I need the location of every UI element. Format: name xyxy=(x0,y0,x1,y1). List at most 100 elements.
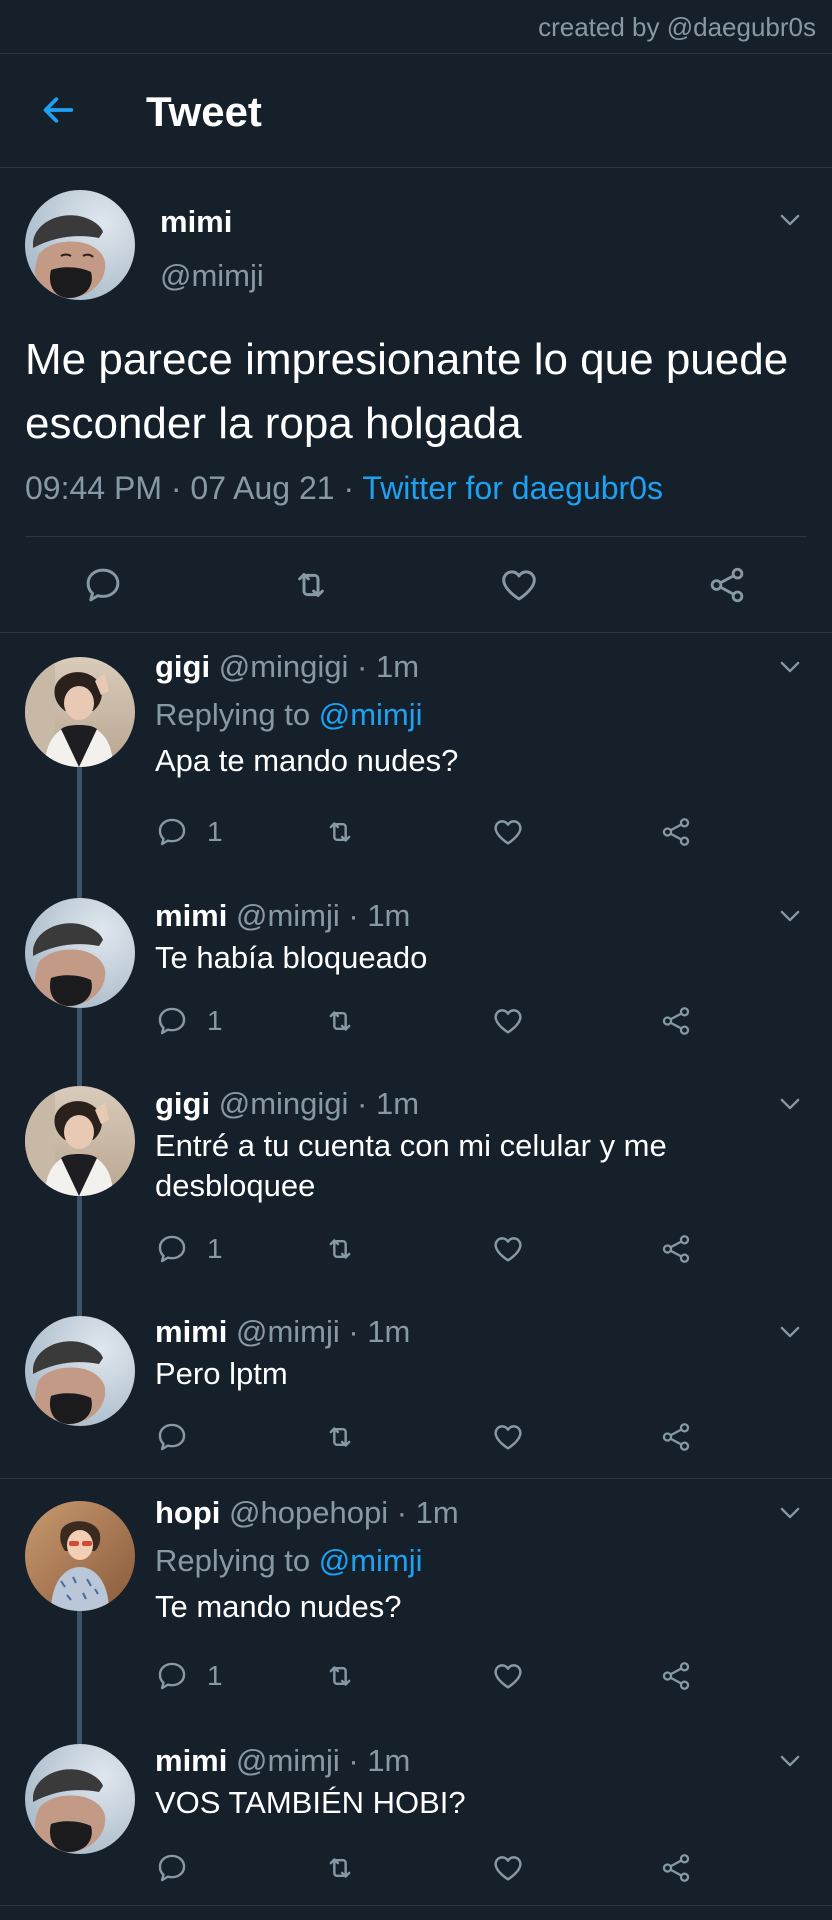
user-handle[interactable]: @mingigi xyxy=(219,649,349,684)
tweet-source-link[interactable]: Twitter for daegubr0s xyxy=(362,470,663,506)
display-name[interactable]: mimi xyxy=(155,1743,227,1778)
reply-tweet[interactable]: mimi @mimji · 1m Pero lptm xyxy=(0,1308,832,1478)
display-name[interactable]: mimi xyxy=(155,1314,227,1349)
divider xyxy=(25,536,807,537)
share-icon[interactable] xyxy=(706,564,748,606)
avatar[interactable] xyxy=(25,190,135,300)
chevron-down-icon[interactable] xyxy=(776,1499,804,1527)
avatar[interactable] xyxy=(25,1501,135,1611)
reply-icon[interactable] xyxy=(155,1004,189,1038)
top-bar: Tweet xyxy=(0,54,832,168)
retweet-icon[interactable] xyxy=(323,1851,357,1885)
display-name[interactable]: mimi xyxy=(155,898,227,933)
user-handle[interactable]: @mimji xyxy=(160,258,264,294)
user-handle[interactable]: @mimji xyxy=(236,898,340,933)
replying-to-link[interactable]: @mimji xyxy=(319,1543,423,1578)
chevron-down-icon[interactable] xyxy=(776,1318,804,1346)
reply-tweet[interactable]: hopi @hopehopi · 1m Replying to @mimji T… xyxy=(0,1479,832,1735)
like-icon[interactable] xyxy=(491,1420,525,1454)
share-icon[interactable] xyxy=(659,1232,693,1266)
tweet-actions xyxy=(0,538,832,633)
chevron-down-icon[interactable] xyxy=(776,206,804,234)
reply-actions: 1 xyxy=(155,815,715,855)
retweet-icon[interactable] xyxy=(323,1659,357,1693)
reply-text: Te había bloqueado xyxy=(155,940,428,975)
retweet-icon[interactable] xyxy=(323,1232,357,1266)
chevron-down-icon[interactable] xyxy=(776,653,804,681)
page-title: Tweet xyxy=(146,88,262,135)
credit-bar: created by @daegubr0s xyxy=(0,0,832,54)
reply-time: · 1m xyxy=(339,1314,411,1349)
display-name[interactable]: hopi xyxy=(155,1495,220,1530)
like-icon[interactable] xyxy=(491,1659,525,1693)
thread-line xyxy=(77,888,82,898)
avatar[interactable] xyxy=(25,1744,135,1854)
reply-count: 1 xyxy=(207,1660,223,1691)
reply-tweet[interactable]: mimi @mimji · 1m VOS TAMBIÉN HOBI? xyxy=(0,1735,832,1905)
reply-actions xyxy=(155,1851,715,1891)
avatar[interactable] xyxy=(25,657,135,767)
divider xyxy=(0,1905,832,1906)
user-handle[interactable]: @mingigi xyxy=(219,1086,349,1121)
back-arrow-icon[interactable] xyxy=(38,90,78,130)
display-name[interactable]: gigi xyxy=(155,649,210,684)
reply-header: hopi @hopehopi · 1m xyxy=(155,1495,459,1531)
reply-icon[interactable] xyxy=(155,1420,189,1454)
reply-tweet[interactable]: mimi @mimji · 1m Te había bloqueado 1 xyxy=(0,888,832,1078)
chevron-down-icon[interactable] xyxy=(776,1090,804,1118)
display-name[interactable]: mimi xyxy=(160,204,232,240)
share-icon[interactable] xyxy=(659,1851,693,1885)
share-icon[interactable] xyxy=(659,815,693,849)
user-handle[interactable]: @mimji xyxy=(236,1314,340,1349)
replying-to: Replying to @mimji xyxy=(155,697,423,733)
user-handle[interactable]: @hopehopi xyxy=(229,1495,388,1530)
thread-line xyxy=(77,1078,82,1086)
reply-time: · 1m xyxy=(339,898,411,933)
retweet-icon[interactable] xyxy=(323,1420,357,1454)
share-icon[interactable] xyxy=(659,1659,693,1693)
avatar[interactable] xyxy=(25,898,135,1008)
chevron-down-icon[interactable] xyxy=(776,902,804,930)
like-icon[interactable] xyxy=(491,815,525,849)
reply-header: gigi @mingigi · 1m xyxy=(155,649,419,685)
replying-to-label: Replying to xyxy=(155,697,319,732)
retweet-icon[interactable] xyxy=(323,1004,357,1038)
credit-text: created by @daegubr0s xyxy=(538,12,816,42)
like-icon[interactable] xyxy=(491,1004,525,1038)
reply-icon[interactable] xyxy=(82,564,124,606)
retweet-icon[interactable] xyxy=(323,815,357,849)
reply-actions: 1 xyxy=(155,1004,715,1044)
reply-tweet[interactable]: gigi @mingigi · 1m Replying to @mimji Ap… xyxy=(0,633,832,888)
reply-text: Te mando nudes? xyxy=(155,1589,402,1624)
reply-time: · 1m xyxy=(348,649,420,684)
reply-icon[interactable] xyxy=(155,815,189,849)
thread-line xyxy=(77,1008,82,1078)
chevron-down-icon[interactable] xyxy=(776,1747,804,1775)
share-icon[interactable] xyxy=(659,1004,693,1038)
avatar[interactable] xyxy=(25,1316,135,1426)
reply-text: Apa te mando nudes? xyxy=(155,743,459,778)
reply-actions xyxy=(155,1420,715,1460)
reply-tweet[interactable]: gigi @mingigi · 1m Entré a tu cuenta con… xyxy=(0,1078,832,1308)
main-tweet: mimi @mimji Me parece impresionante lo q… xyxy=(0,168,832,633)
like-icon[interactable] xyxy=(491,1851,525,1885)
reply-header: mimi @mimji · 1m xyxy=(155,1314,410,1350)
user-handle[interactable]: @mimji xyxy=(236,1743,340,1778)
reply-time: · 1m xyxy=(388,1495,459,1530)
reply-actions: 1 xyxy=(155,1232,715,1272)
tweet-text: Me parece impresionante lo que puede esc… xyxy=(25,335,789,448)
replying-to-link[interactable]: @mimji xyxy=(319,697,423,732)
avatar[interactable] xyxy=(25,1086,135,1196)
tweet-meta: 09:44 PM · 07 Aug 21 · Twitter for daegu… xyxy=(25,470,663,507)
share-icon[interactable] xyxy=(659,1420,693,1454)
display-name[interactable]: gigi xyxy=(155,1086,210,1121)
retweet-icon[interactable] xyxy=(290,564,332,606)
like-icon[interactable] xyxy=(498,564,540,606)
reply-icon[interactable] xyxy=(155,1232,189,1266)
reply-icon[interactable] xyxy=(155,1659,189,1693)
reply-text: VOS TAMBIÉN HOBI? xyxy=(155,1785,466,1820)
reply-header: gigi @mingigi · 1m xyxy=(155,1086,419,1122)
reply-text: Entré a tu cuenta con mi celular y me de… xyxy=(155,1128,667,1203)
reply-icon[interactable] xyxy=(155,1851,189,1885)
like-icon[interactable] xyxy=(491,1232,525,1266)
